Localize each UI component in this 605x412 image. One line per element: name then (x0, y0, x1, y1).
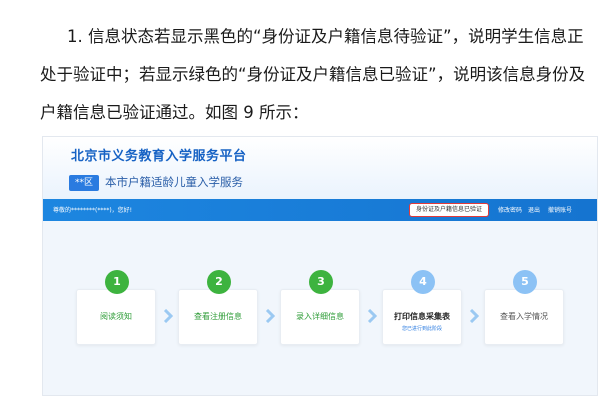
chevron-right-icon (469, 309, 479, 323)
step-card-3[interactable]: 3 录入详细信息 (280, 270, 360, 345)
step-label: 打印信息采集表 (394, 312, 450, 321)
logout-link[interactable]: 退出 (528, 205, 540, 214)
top-navbar: 尊敬的********(****)，您好! 身份证及户籍信息已验证 修改密码 退… (43, 199, 597, 221)
step-current-note: 您已进行到此阶段 (401, 326, 442, 332)
step-label: 阅读须知 (100, 312, 132, 321)
step-label: 查看注册信息 (194, 312, 242, 321)
verify-status-button[interactable]: 身份证及户籍信息已验证 (409, 203, 489, 217)
step-number-badge: 3 (309, 270, 333, 294)
step-number-badge: 2 (207, 270, 231, 294)
chevron-right-icon (367, 309, 377, 323)
step-number-badge: 4 (411, 270, 435, 294)
step-card-2[interactable]: 2 查看注册信息 (178, 270, 258, 345)
cancel-account-link[interactable]: 撤销账号 (548, 205, 572, 214)
portal-screenshot: 北京市义务教育入学服务平台 **区 本市户籍适龄儿童入学服务 尊敬的******… (42, 136, 598, 396)
document-paragraph: 1. 信息状态若显示黑色的“身份证及户籍信息待验证”，说明学生信息正处于验证中；… (40, 27, 586, 122)
change-password-link[interactable]: 修改密码 (498, 205, 522, 214)
step-number-badge: 5 (513, 270, 537, 294)
service-title: 本市户籍适龄儿童入学服务 (105, 175, 243, 189)
chevron-right-icon (163, 309, 173, 323)
chevron-right-icon (265, 309, 275, 323)
portal-banner: 北京市义务教育入学服务平台 **区 本市户籍适龄儿童入学服务 (43, 137, 597, 199)
user-greeting: 尊敬的********(****)，您好! (53, 207, 133, 214)
step-card-1[interactable]: 1 阅读须知 (76, 270, 156, 345)
document-paragraph-block: 1. 信息状态若显示黑色的“身份证及户籍信息待验证”，说明学生信息正处于验证中；… (40, 18, 600, 132)
step-label: 录入详细信息 (296, 312, 344, 321)
enrollment-steps: 1 阅读须知 2 查看注册信息 3 录入详细信息 4 打印信息采集表 您已进行到… (76, 270, 576, 347)
step-number-badge: 1 (105, 270, 129, 294)
district-badge: **区 (69, 175, 99, 191)
platform-title: 北京市义务教育入学服务平台 (71, 149, 247, 164)
step-card-4[interactable]: 4 打印信息采集表 您已进行到此阶段 (382, 270, 462, 345)
step-card-5[interactable]: 5 查看入学情况 (484, 270, 564, 345)
step-label: 查看入学情况 (500, 312, 548, 321)
